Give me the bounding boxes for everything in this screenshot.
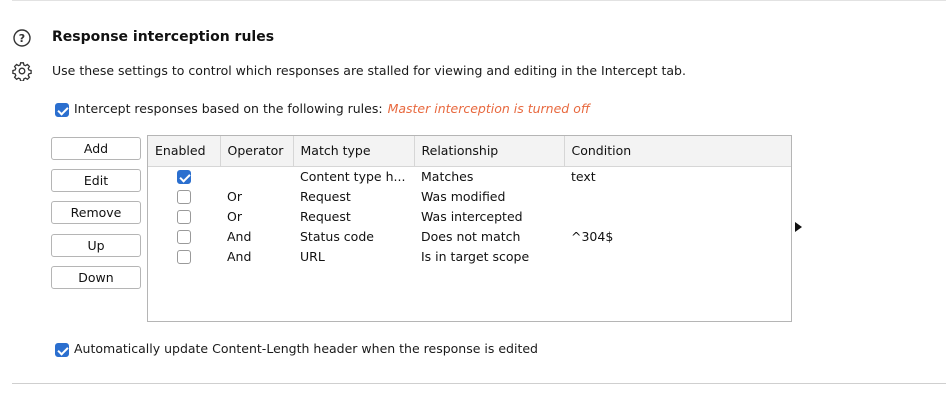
relationship-cell: Is in target scope (421, 248, 530, 264)
auto-update-checkbox[interactable] (55, 342, 69, 357)
operator-cell: Or (227, 188, 242, 204)
section-title: Response interception rules (52, 29, 275, 45)
enabled-cell[interactable] (148, 226, 220, 246)
row-enabled-checkbox[interactable] (177, 249, 191, 264)
column-header-relationship[interactable]: Relationship (414, 136, 565, 167)
help-circle-icon[interactable]: ? (12, 28, 32, 48)
table-row[interactable]: And URL Is in target scope (148, 246, 791, 266)
auto-update-content-length-option[interactable]: Automatically update Content-Length head… (55, 341, 538, 357)
row-enabled-checkbox[interactable] (177, 170, 191, 184)
triangle-right-icon[interactable] (795, 222, 802, 232)
table-row[interactable]: Or Request Was intercepted (148, 206, 791, 226)
enabled-cell[interactable] (148, 246, 220, 266)
operator-cell: And (227, 248, 252, 264)
svg-text:?: ? (19, 32, 25, 45)
condition-cell (564, 186, 791, 206)
add-button[interactable]: Add (51, 137, 141, 160)
column-header-condition[interactable]: Condition (564, 136, 791, 167)
match-type-cell: Content type h... (300, 168, 406, 184)
column-header-enabled[interactable]: Enabled (148, 136, 221, 167)
column-header-operator[interactable]: Operator (220, 136, 294, 167)
column-header-match-type[interactable]: Match type (293, 136, 415, 167)
match-type-cell: Request (300, 208, 351, 224)
operator-cell: And (227, 228, 252, 244)
table-row[interactable]: And Status code Does not match ^304$ (148, 226, 791, 246)
gear-icon[interactable] (12, 61, 32, 82)
bottom-divider (12, 383, 946, 384)
table-row[interactable]: Or Request Was modified (148, 186, 791, 206)
match-type-cell: Request (300, 188, 351, 204)
master-interception-warning: Master interception is turned off (387, 101, 590, 116)
up-button[interactable]: Up (51, 234, 141, 257)
auto-update-label: Automatically update Content-Length head… (74, 341, 538, 356)
intercept-rules-label: Intercept responses based on the followi… (74, 101, 383, 116)
row-enabled-checkbox[interactable] (177, 229, 191, 244)
table-row[interactable]: Content type h... Matches text (148, 166, 791, 186)
relationship-cell: Matches (421, 168, 474, 184)
row-enabled-checkbox[interactable] (177, 209, 191, 224)
section-description: Use these settings to control which resp… (52, 63, 686, 78)
condition-cell: text (571, 168, 596, 184)
relationship-cell: Does not match (421, 228, 521, 244)
top-divider (12, 0, 946, 1)
enabled-cell[interactable] (148, 186, 220, 206)
condition-cell (564, 206, 791, 226)
match-type-cell: Status code (300, 228, 374, 244)
relationship-cell: Was intercepted (421, 208, 523, 224)
operator-cell: Or (227, 208, 242, 224)
intercept-rules-option[interactable]: Intercept responses based on the followi… (55, 101, 590, 117)
remove-button[interactable]: Remove (51, 201, 141, 224)
intercept-rules-checkbox[interactable] (55, 102, 69, 117)
down-button[interactable]: Down (51, 266, 141, 289)
edit-button[interactable]: Edit (51, 169, 141, 192)
operator-cell (220, 166, 293, 186)
condition-cell: ^304$ (571, 228, 614, 244)
rules-table[interactable]: Enabled Operator Match type Relationship… (147, 135, 792, 322)
row-enabled-checkbox[interactable] (177, 189, 191, 204)
match-type-cell: URL (300, 248, 325, 264)
relationship-cell: Was modified (421, 188, 506, 204)
enabled-cell[interactable] (148, 206, 220, 226)
enabled-cell[interactable] (148, 166, 220, 186)
condition-cell (564, 246, 791, 266)
table-header-row: Enabled Operator Match type Relationship… (148, 136, 791, 167)
